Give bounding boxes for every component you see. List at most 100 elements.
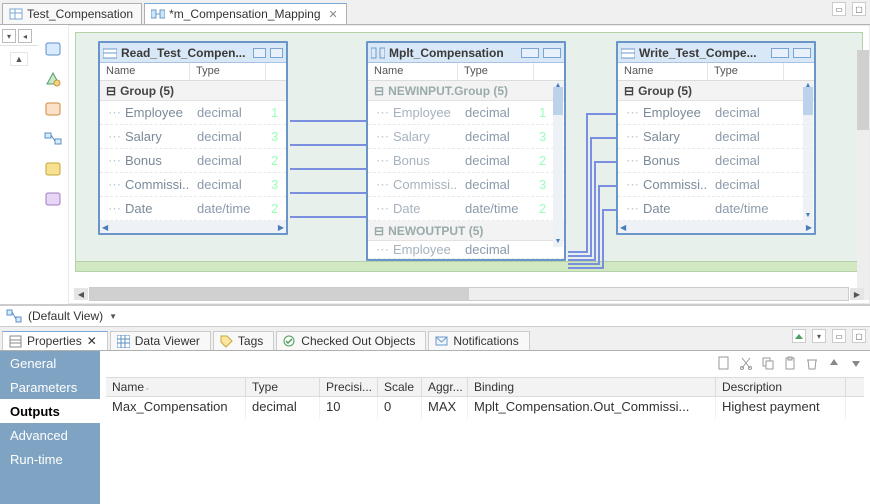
field-row[interactable]: ⋯Commissi..decimal bbox=[618, 173, 814, 197]
tab-tags[interactable]: Tags bbox=[213, 331, 274, 350]
palette-prev[interactable]: ◂ bbox=[18, 29, 32, 43]
col-name[interactable]: Name bbox=[368, 63, 458, 80]
field-row[interactable]: ⋯Employeedecimal bbox=[618, 101, 814, 125]
field-row[interactable]: ⋯Employeedecimal bbox=[368, 241, 564, 259]
ptab-outputs[interactable]: Outputs bbox=[0, 399, 100, 423]
ptab-runtime[interactable]: Run-time bbox=[0, 447, 100, 471]
node-read[interactable]: Read_Test_Compen... NameType ⊟ Group (5)… bbox=[98, 41, 288, 235]
ptab-general[interactable]: General bbox=[0, 351, 100, 375]
scroll-right-icon[interactable]: ▶ bbox=[850, 288, 864, 300]
header-scale[interactable]: Scale bbox=[378, 378, 422, 396]
maximize-button[interactable]: ▢ bbox=[852, 329, 866, 343]
collapse-icon[interactable]: ⊟ bbox=[374, 224, 384, 238]
node-write[interactable]: Write_Test_Compe... NameType ⊟Group (5) … bbox=[616, 41, 816, 235]
collapse-icon[interactable]: ⊟ bbox=[374, 84, 384, 98]
header-description[interactable]: Description bbox=[716, 378, 846, 396]
field-row[interactable]: ⋯Commissi..decimal3 bbox=[100, 173, 286, 197]
header-precision[interactable]: Precisi... bbox=[320, 378, 378, 396]
horizontal-scrollbar[interactable]: ◀ ▶ bbox=[89, 287, 849, 301]
field-row[interactable]: ⋯Datedate/time2 bbox=[100, 197, 286, 221]
minimize-button[interactable]: ▭ bbox=[832, 329, 846, 343]
maximize-button[interactable]: ▢ bbox=[852, 2, 866, 16]
close-icon[interactable]: ✕ bbox=[87, 334, 97, 348]
field-row[interactable]: ⋯Datedate/time2 bbox=[368, 197, 564, 221]
chevron-icon[interactable] bbox=[793, 48, 811, 58]
table-row[interactable]: Max_Compensation decimal 10 0 MAX Mplt_C… bbox=[106, 397, 864, 419]
view-icon[interactable] bbox=[6, 308, 22, 324]
scroll-left-icon[interactable]: ◀ bbox=[102, 223, 108, 232]
field-row[interactable]: ⋯Datedate/time bbox=[618, 197, 814, 221]
scroll-right-icon[interactable]: ▶ bbox=[806, 223, 812, 232]
field-row[interactable]: ⋯Employeedecimal1 bbox=[100, 101, 286, 125]
close-icon[interactable]: ✕ bbox=[329, 8, 338, 21]
chevron-icon[interactable] bbox=[253, 48, 266, 58]
field-row[interactable]: ⋯Salarydecimal3 bbox=[100, 125, 286, 149]
col-name[interactable]: Name bbox=[618, 63, 708, 80]
tab-checked-out[interactable]: Checked Out Objects bbox=[276, 331, 426, 350]
chevron-down-icon[interactable]: ▼ bbox=[109, 312, 117, 321]
node-mplt[interactable]: Mplt_Compensation NameType ⊟NEWINPUT.Gro… bbox=[366, 41, 566, 261]
chevron-icon[interactable] bbox=[543, 48, 561, 58]
tool-source[interactable] bbox=[43, 39, 63, 59]
copy-button[interactable] bbox=[760, 355, 776, 371]
col-name[interactable]: Name bbox=[100, 63, 190, 80]
node-scroll-h[interactable]: ◀▶ bbox=[618, 221, 814, 233]
mapping-canvas[interactable]: Read_Test_Compen... NameType ⊟ Group (5)… bbox=[68, 25, 870, 304]
ptab-advanced[interactable]: Advanced bbox=[0, 423, 100, 447]
palette-nav-up[interactable]: ▲ bbox=[10, 52, 28, 66]
tab-m-compensation-mapping[interactable]: *m_Compensation_Mapping ✕ bbox=[144, 3, 347, 24]
header-type[interactable]: Type bbox=[246, 378, 320, 396]
tool-mapplet[interactable] bbox=[43, 189, 63, 209]
scroll-thumb[interactable] bbox=[857, 50, 869, 130]
view-menu-button[interactable]: ▾ bbox=[812, 329, 826, 343]
scroll-thumb[interactable] bbox=[90, 288, 469, 300]
scroll-left-icon[interactable]: ◀ bbox=[74, 288, 88, 300]
col-type[interactable]: Type bbox=[708, 63, 784, 80]
field-row[interactable]: ⋯Salarydecimal bbox=[618, 125, 814, 149]
scroll-thumb[interactable] bbox=[553, 87, 563, 115]
tool-flow[interactable] bbox=[43, 129, 63, 149]
palette-dropdown[interactable]: ▾ bbox=[2, 29, 16, 43]
scroll-down-icon[interactable]: ▼ bbox=[553, 238, 563, 248]
field-row[interactable]: ⋯Bonusdecimal2 bbox=[100, 149, 286, 173]
vertical-scrollbar[interactable] bbox=[857, 50, 869, 300]
tool-target[interactable] bbox=[43, 69, 63, 89]
chevron-icon[interactable] bbox=[521, 48, 539, 58]
field-row[interactable]: ⋯Salarydecimal3 bbox=[368, 125, 564, 149]
scroll-right-icon[interactable]: ▶ bbox=[278, 223, 284, 232]
tab-notifications[interactable]: Notifications bbox=[428, 331, 529, 350]
tab-data-viewer[interactable]: Data Viewer bbox=[110, 331, 211, 350]
field-row[interactable]: ⋯Employeedecimal1 bbox=[368, 101, 564, 125]
move-down-button[interactable] bbox=[848, 355, 864, 371]
scroll-down-icon[interactable]: ▼ bbox=[803, 212, 813, 222]
col-type[interactable]: Type bbox=[190, 63, 266, 80]
new-button[interactable] bbox=[716, 355, 732, 371]
tool-expression[interactable] bbox=[43, 99, 63, 119]
group-row[interactable]: ⊟ Group (5) bbox=[100, 81, 286, 101]
chevron-icon[interactable] bbox=[270, 48, 283, 58]
default-view-label[interactable]: (Default View) bbox=[28, 309, 103, 323]
header-aggr[interactable]: Aggr... bbox=[422, 378, 468, 396]
col-type[interactable]: Type bbox=[458, 63, 534, 80]
field-row[interactable]: ⋯Bonusdecimal2 bbox=[368, 149, 564, 173]
header-binding[interactable]: Binding bbox=[468, 378, 716, 396]
tab-test-compensation[interactable]: Test_Compensation bbox=[2, 3, 142, 24]
view-menu-button[interactable] bbox=[792, 329, 806, 343]
paste-button[interactable] bbox=[782, 355, 798, 371]
chevron-icon[interactable] bbox=[771, 48, 789, 58]
group-row-in[interactable]: ⊟NEWINPUT.Group (5) bbox=[368, 81, 564, 101]
ptab-parameters[interactable]: Parameters bbox=[0, 375, 100, 399]
tab-properties[interactable]: Properties ✕ bbox=[2, 331, 108, 350]
field-row[interactable]: ⋯Bonusdecimal bbox=[618, 149, 814, 173]
collapse-icon[interactable]: ⊟ bbox=[106, 84, 116, 98]
collapse-icon[interactable]: ⊟ bbox=[624, 84, 634, 98]
scroll-left-icon[interactable]: ◀ bbox=[620, 223, 626, 232]
group-row-out[interactable]: ⊟NEWOUTPUT (5) bbox=[368, 221, 564, 241]
scroll-thumb[interactable] bbox=[803, 87, 813, 115]
tool-aggregator[interactable] bbox=[43, 159, 63, 179]
delete-button[interactable] bbox=[804, 355, 820, 371]
group-row[interactable]: ⊟Group (5) bbox=[618, 81, 814, 101]
minimize-button[interactable]: ▭ bbox=[832, 2, 846, 16]
header-name[interactable]: Name◦ bbox=[106, 378, 246, 396]
move-up-button[interactable] bbox=[826, 355, 842, 371]
